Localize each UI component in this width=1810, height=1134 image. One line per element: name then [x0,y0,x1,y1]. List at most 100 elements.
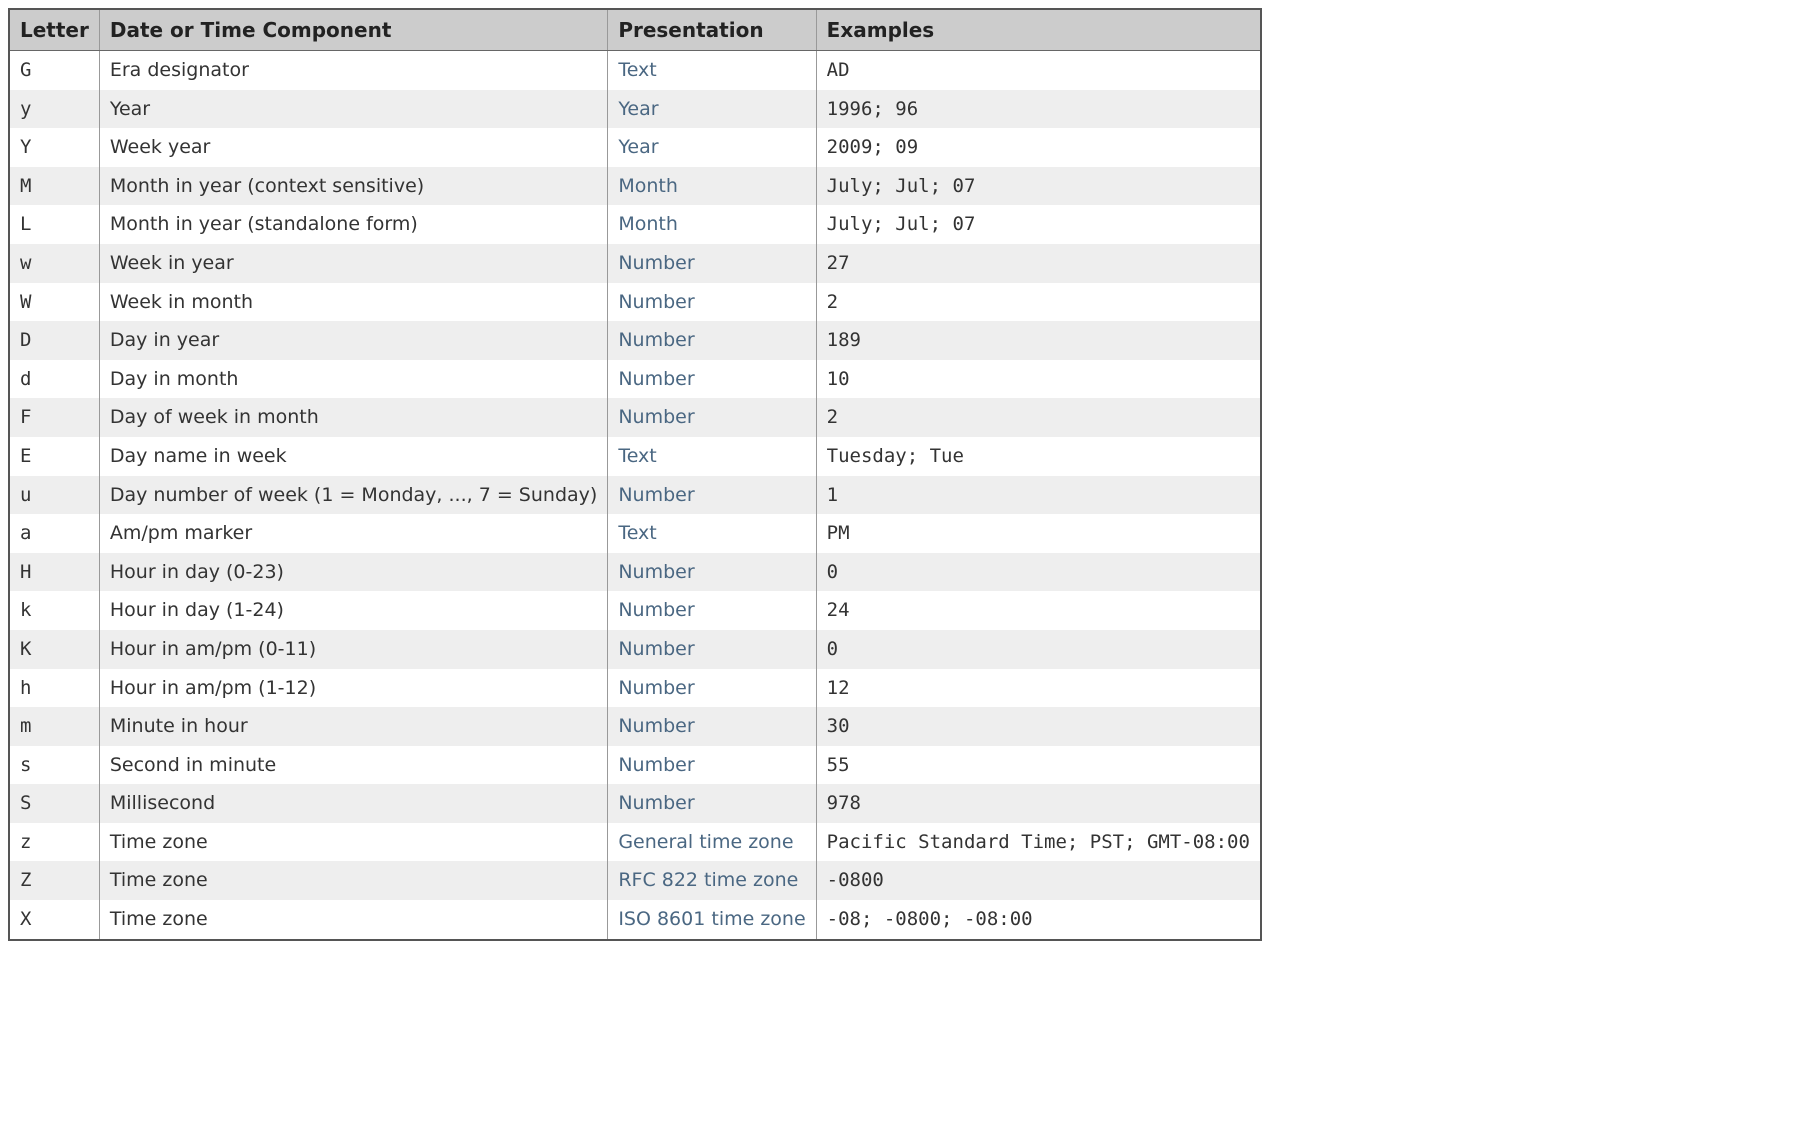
cell-letter: X [9,900,99,940]
table-row: kHour in day (1-24)Number24 [9,591,1261,630]
presentation-link[interactable]: Number [618,484,694,506]
table-row: uDay number of week (1 = Monday, ..., 7 … [9,476,1261,515]
cell-presentation: Number [608,591,816,630]
table-row: sSecond in minuteNumber55 [9,746,1261,785]
cell-presentation: Year [608,90,816,129]
cell-examples: July; Jul; 07 [816,167,1261,206]
presentation-link[interactable]: Month [618,175,678,197]
cell-component: Hour in am/pm (1-12) [99,669,607,708]
cell-examples: 0 [816,553,1261,592]
presentation-link[interactable]: Number [618,677,694,699]
cell-examples: 0 [816,630,1261,669]
cell-presentation: Number [608,784,816,823]
cell-letter: K [9,630,99,669]
table-row: dDay in month Number 10 [9,360,1261,399]
table-row: ZTime zoneRFC 822 time zone-0800 [9,861,1261,900]
presentation-link[interactable]: Year [618,136,658,158]
cell-component: Day name in week [99,437,607,476]
cell-presentation: RFC 822 time zone [608,861,816,900]
table-row: GEra designatorTextAD [9,51,1261,90]
cell-letter: a [9,514,99,553]
cell-letter: D [9,321,99,360]
presentation-link[interactable]: General time zone [618,831,793,853]
col-header-presentation: Presentation [608,9,816,51]
cell-letter: S [9,784,99,823]
cell-presentation: Number [608,360,816,399]
presentation-link[interactable]: RFC 822 time zone [618,869,798,891]
table-row: LMonth in year (standalone form)MonthJul… [9,205,1261,244]
cell-component: Second in minute [99,746,607,785]
presentation-link[interactable]: Text [618,59,656,81]
presentation-link[interactable]: Number [618,599,694,621]
presentation-link[interactable]: Text [618,522,656,544]
table-row: wWeek in yearNumber27 [9,244,1261,283]
cell-letter: M [9,167,99,206]
cell-presentation: Text [608,437,816,476]
table-row: hHour in am/pm (1-12)Number12 [9,669,1261,708]
table-row: HHour in day (0-23)Number0 [9,553,1261,592]
col-header-letter: Letter [9,9,99,51]
cell-examples: -0800 [816,861,1261,900]
cell-presentation: Text [608,51,816,90]
cell-presentation: Number [608,553,816,592]
cell-component: Day of week in month [99,398,607,437]
presentation-link[interactable]: Month [618,213,678,235]
cell-component: Week year [99,128,607,167]
presentation-link[interactable]: Year [618,98,658,120]
table-row: FDay of week in month Number 2 [9,398,1261,437]
cell-examples: 978 [816,784,1261,823]
cell-examples: 189 [816,321,1261,360]
cell-examples: 2 [816,398,1261,437]
cell-presentation: Month [608,167,816,206]
table-row: zTime zoneGeneral time zonePacific Stand… [9,823,1261,862]
cell-letter: F [9,398,99,437]
cell-letter: d [9,360,99,399]
cell-examples: 2 [816,283,1261,322]
cell-examples: 1 [816,476,1261,515]
cell-examples: AD [816,51,1261,90]
presentation-link[interactable]: Number [618,368,694,390]
presentation-link[interactable]: Number [618,715,694,737]
cell-component: Week in month [99,283,607,322]
date-format-pattern-table: Letter Date or Time Component Presentati… [8,8,1262,941]
cell-examples: 12 [816,669,1261,708]
presentation-link[interactable]: Number [618,792,694,814]
cell-letter: m [9,707,99,746]
presentation-link[interactable]: Text [618,445,656,467]
cell-examples: 10 [816,360,1261,399]
cell-presentation: ISO 8601 time zone [608,900,816,940]
table-row: SMillisecondNumber978 [9,784,1261,823]
presentation-link[interactable]: Number [618,754,694,776]
cell-component: Hour in day (0-23) [99,553,607,592]
cell-component: Hour in day (1-24) [99,591,607,630]
presentation-link[interactable]: ISO 8601 time zone [618,908,805,930]
table-row: KHour in am/pm (0-11)Number0 [9,630,1261,669]
cell-component: Day number of week (1 = Monday, ..., 7 =… [99,476,607,515]
cell-component: Month in year (context sensitive) [99,167,607,206]
cell-presentation: Number [608,630,816,669]
cell-presentation: Month [608,205,816,244]
cell-examples: 30 [816,707,1261,746]
cell-examples: Pacific Standard Time; PST; GMT-08:00 [816,823,1261,862]
cell-presentation: Number [608,669,816,708]
table-row: YWeek yearYear2009; 09 [9,128,1261,167]
presentation-link[interactable]: Number [618,561,694,583]
col-header-component: Date or Time Component [99,9,607,51]
presentation-link[interactable]: Number [618,329,694,351]
cell-letter: u [9,476,99,515]
cell-presentation: Number [608,707,816,746]
cell-letter: Y [9,128,99,167]
table-header-row: Letter Date or Time Component Presentati… [9,9,1261,51]
presentation-link[interactable]: Number [618,252,694,274]
cell-presentation: Number [608,244,816,283]
presentation-link[interactable]: Number [618,406,694,428]
cell-examples: PM [816,514,1261,553]
cell-component: Time zone [99,861,607,900]
cell-component: Minute in hour [99,707,607,746]
cell-component: Year [99,90,607,129]
cell-component: Day in month [99,360,607,399]
presentation-link[interactable]: Number [618,638,694,660]
cell-presentation: Number [608,283,816,322]
presentation-link[interactable]: Number [618,291,694,313]
cell-examples: 55 [816,746,1261,785]
